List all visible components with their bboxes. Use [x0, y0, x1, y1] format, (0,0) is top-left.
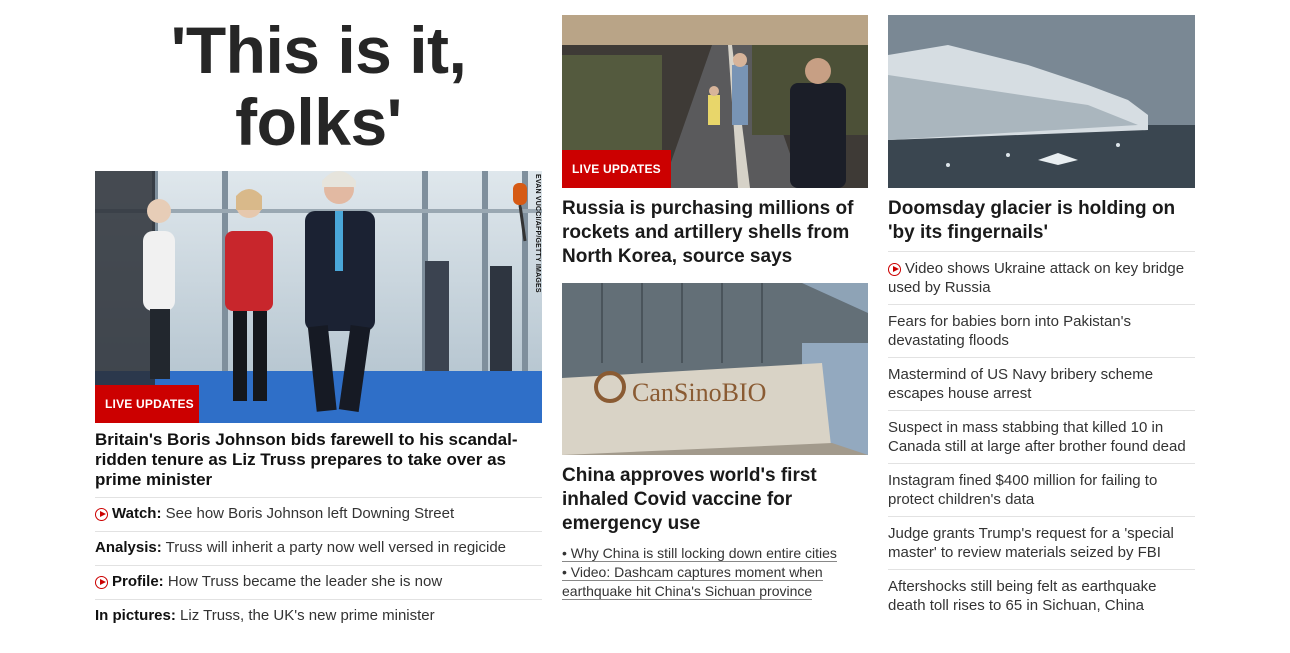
list-item[interactable]: • Video: Dashcam captures moment when ea…: [562, 563, 868, 601]
link-text: How Truss became the leader she is now: [167, 573, 443, 590]
list-item[interactable]: Analysis: Truss will inherit a party now…: [95, 531, 542, 565]
third-story-column: Doomsday glacier is holding on 'by its f…: [888, 15, 1195, 622]
link-text: Suspect in mass stabbing that killed 10 …: [888, 419, 1186, 455]
vaccine-related-links: • Why China is still locking down entire…: [562, 544, 868, 601]
play-video-icon: [95, 508, 108, 521]
link-text: • Why China is still locking down entire…: [562, 545, 837, 562]
list-item[interactable]: Profile: How Truss became the leader she…: [95, 565, 542, 599]
link-text: See how Boris Johnson left Downing Stree…: [165, 505, 455, 522]
play-video-icon: [888, 263, 901, 276]
list-item[interactable]: Fears for babies born into Pakistan's de…: [888, 304, 1195, 357]
related-links: Watch: See how Boris Johnson left Downin…: [95, 497, 542, 633]
list-item[interactable]: • Why China is still locking down entire…: [562, 544, 868, 563]
link-text: Liz Truss, the UK's new prime minister: [180, 607, 435, 624]
list-item[interactable]: Video shows Ukraine attack on key bridge…: [888, 251, 1195, 304]
link-prefix: Watch:: [112, 505, 162, 522]
list-item[interactable]: In pictures: Liz Truss, the UK's new pri…: [95, 599, 542, 633]
cansino-sign-text: CanSinoBIO: [632, 378, 766, 407]
cansino-story-image[interactable]: CanSinoBIO: [562, 283, 868, 455]
link-text: Truss will inherit a party now well vers…: [165, 539, 507, 556]
link-text: Fears for babies born into Pakistan's de…: [888, 313, 1131, 349]
glacier-story-title[interactable]: Doomsday glacier is holding on 'by its f…: [888, 197, 1195, 245]
main-story-column: 'This is it, folks' EVAN VUCCI/AFP/GETTY…: [95, 0, 542, 633]
more-stories-list: Video shows Ukraine attack on key bridge…: [888, 251, 1195, 622]
play-video-icon: [95, 576, 108, 589]
list-item[interactable]: Instagram fined $400 million for failing…: [888, 463, 1195, 516]
live-updates-badge[interactable]: LIVE UPDATES: [562, 150, 671, 188]
link-prefix: Analysis:: [95, 539, 162, 556]
list-item[interactable]: Watch: See how Boris Johnson left Downin…: [95, 497, 542, 531]
live-updates-badge[interactable]: LIVE UPDATES: [95, 385, 199, 423]
link-text: Video shows Ukraine attack on key bridge…: [888, 260, 1185, 296]
hero-image[interactable]: EVAN VUCCI/AFP/GETTY IMAGES LIVE UPDATES: [95, 171, 542, 423]
big-headline[interactable]: 'This is it, folks': [95, 14, 542, 171]
link-text: Mastermind of US Navy bribery scheme esc…: [888, 366, 1154, 402]
glacier-story-image[interactable]: [888, 15, 1195, 188]
russia-story-title[interactable]: Russia is purchasing millions of rockets…: [562, 197, 868, 269]
glacier-photo: [888, 15, 1195, 188]
photo-credit: EVAN VUCCI/AFP/GETTY IMAGES: [534, 174, 541, 293]
vaccine-story-title[interactable]: China approves world's first inhaled Cov…: [562, 464, 868, 536]
secondary-story-column: LIVE UPDATES Russia is purchasing millio…: [562, 15, 868, 601]
list-item[interactable]: Judge grants Trump's request for a 'spec…: [888, 516, 1195, 569]
cansino-photo: CanSinoBIO: [562, 283, 868, 455]
list-item[interactable]: Aftershocks still being felt as earthqua…: [888, 569, 1195, 622]
link-text: Instagram fined $400 million for failing…: [888, 472, 1158, 508]
hero-story-title[interactable]: Britain's Boris Johnson bids farewell to…: [95, 430, 535, 490]
list-item[interactable]: Suspect in mass stabbing that killed 10 …: [888, 410, 1195, 463]
link-text: • Video: Dashcam captures moment when ea…: [562, 564, 823, 600]
link-prefix: In pictures:: [95, 607, 176, 624]
link-text: Aftershocks still being felt as earthqua…: [888, 578, 1157, 614]
list-item[interactable]: Mastermind of US Navy bribery scheme esc…: [888, 357, 1195, 410]
link-text: Judge grants Trump's request for a 'spec…: [888, 525, 1174, 561]
link-prefix: Profile:: [112, 573, 164, 590]
russia-story-image[interactable]: LIVE UPDATES: [562, 15, 868, 188]
